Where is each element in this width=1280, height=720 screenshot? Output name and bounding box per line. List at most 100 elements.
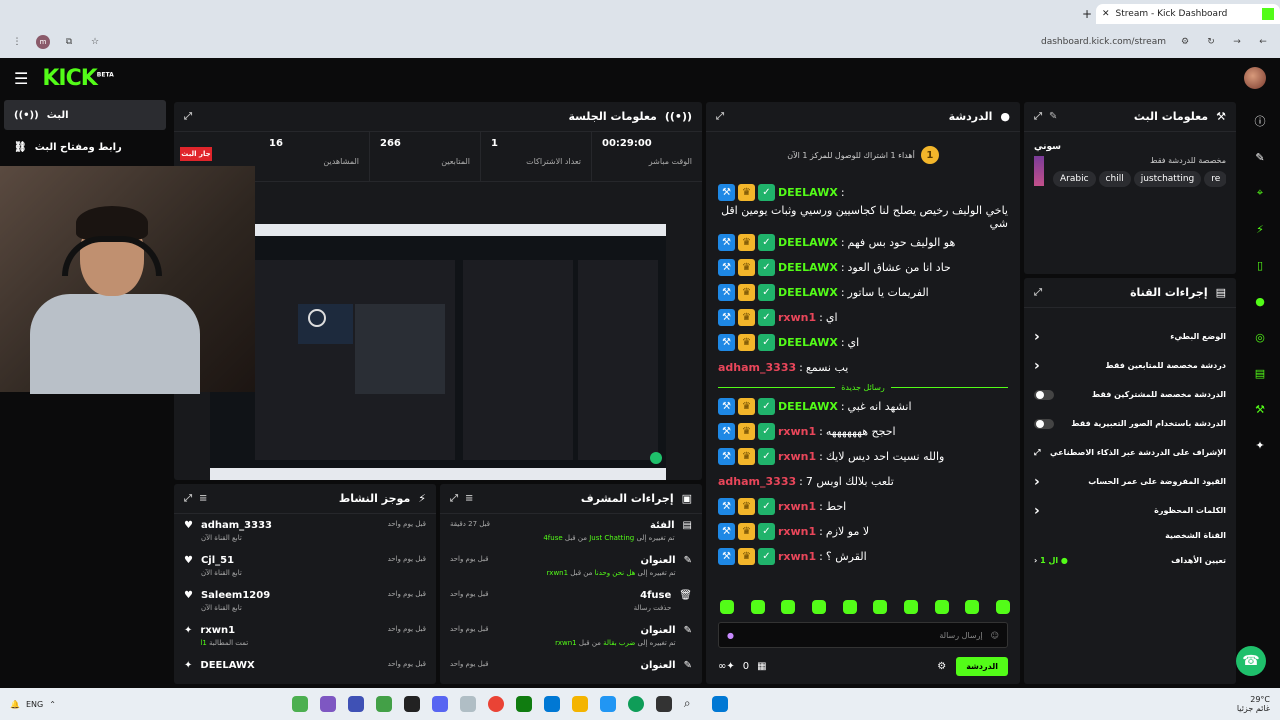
- weather-info[interactable]: 29°C غائم جزئيا: [1237, 695, 1270, 713]
- chat-username[interactable]: DEELAWX: [778, 336, 838, 349]
- emote-icon[interactable]: [903, 600, 918, 614]
- weather-widget[interactable]: 🔔 ENG ⌃: [10, 700, 56, 709]
- activity-row[interactable]: ✦ rxwn1 تمت المطالبة 1ا قبل يوم واحد: [174, 619, 436, 654]
- mic-icon[interactable]: ●: [727, 631, 734, 640]
- reload-icon[interactable]: ↻: [1204, 35, 1218, 49]
- stream-tag[interactable]: justchatting: [1133, 171, 1202, 187]
- user-avatar[interactable]: [1244, 67, 1266, 89]
- send-chat-button[interactable]: الدردشة: [956, 656, 1008, 676]
- taskview-icon[interactable]: [655, 696, 672, 712]
- focus-icon[interactable]: ⌖: [1249, 182, 1271, 204]
- chat-username[interactable]: DEELAWX: [778, 261, 838, 274]
- chat-message[interactable]: ⚒ ♛ ✓ rxwn1: اي: [706, 305, 1020, 330]
- pen-icon[interactable]: ✎: [1249, 146, 1271, 168]
- mod-action-row[interactable]: قبل يوم واحد ✎ العنوان: [440, 654, 702, 689]
- forward-icon[interactable]: →: [1230, 35, 1244, 49]
- emote-icon[interactable]: [873, 600, 888, 614]
- stream-tag[interactable]: re: [1204, 171, 1226, 187]
- nav-item-stream-key[interactable]: ⛓ رابط ومفتاح البث: [4, 132, 166, 162]
- emote-icon[interactable]: [995, 600, 1010, 614]
- xbox-icon[interactable]: [515, 696, 532, 712]
- discord-icon[interactable]: [431, 696, 448, 712]
- close-icon[interactable]: ✕: [1102, 9, 1110, 19]
- chat-message[interactable]: adham_3333: تلعب بلالك اوبس 7: [706, 469, 1020, 494]
- activity-row[interactable]: ♥ Cjl_51 تابع القناة الآن قبل يوم واحد: [174, 549, 436, 584]
- obs-icon[interactable]: [403, 696, 420, 712]
- back-icon[interactable]: ←: [1256, 35, 1270, 49]
- stream-tag[interactable]: chill: [1098, 171, 1131, 187]
- app-icon[interactable]: [347, 696, 364, 712]
- chat-message[interactable]: ⚒ ♛ ✓ rxwn1: احجح هههههههه: [706, 419, 1020, 444]
- chat-username[interactable]: rxwn1: [778, 450, 816, 463]
- chat-username[interactable]: DEELAWX: [778, 236, 838, 249]
- stream-preview[interactable]: [210, 224, 666, 480]
- hamburger-menu-icon[interactable]: ☰: [14, 69, 28, 88]
- info-icon[interactable]: ⓘ: [1249, 110, 1271, 132]
- chat-message[interactable]: ⚒ ♛ ✓ rxwn1: والله نسيت احد ديس لايك: [706, 444, 1020, 469]
- chat-input[interactable]: ● إرسال رسالة ☺: [718, 622, 1008, 648]
- activity-row[interactable]: ♥ adham_3333 تابع القناة الآن قبل يوم واحد: [174, 514, 436, 549]
- wrench-icon[interactable]: ⚒: [1249, 398, 1271, 420]
- toggle-switch[interactable]: [1034, 418, 1054, 429]
- chat-username[interactable]: adham_3333: [718, 475, 796, 488]
- chat-message[interactable]: ⚒ ♛ ✓ rxwn1: لا مو لازم: [706, 519, 1020, 544]
- chat-message[interactable]: ⚒ ♛ ✓ DEELAWX: هو الوليف حود بس فهم: [706, 230, 1020, 255]
- app-icon[interactable]: [459, 696, 476, 712]
- store-icon[interactable]: [543, 696, 560, 712]
- chat-username[interactable]: rxwn1: [778, 525, 816, 538]
- chrome-icon[interactable]: [487, 696, 504, 712]
- chat-message[interactable]: adham_3333: يب نسمع: [706, 355, 1020, 380]
- emoji-icon[interactable]: ☺: [991, 631, 999, 640]
- mod-action-row[interactable]: قبل يوم واحد 🗑 4fuse حذفت رسالة: [440, 584, 702, 619]
- emote-icon[interactable]: [781, 600, 796, 614]
- activity-row[interactable]: ♥ Saleem1209 تابع القناة الآن قبل يوم واحد: [174, 584, 436, 619]
- chat-message[interactable]: ⚒ ♛ ✓ rxwn1: احط: [706, 494, 1020, 519]
- url-text[interactable]: dashboard.kick.com/stream: [1041, 37, 1166, 47]
- chat-username[interactable]: rxwn1: [778, 311, 816, 324]
- mod-action-row[interactable]: قبل يوم واحد ✎ العنوان تم تغييره إلى هل نحن…: [440, 549, 702, 584]
- channel-action-row[interactable]: الدردشة باستخدام الصور التعبيرية فقط: [1024, 409, 1236, 438]
- popout-icon[interactable]: ⤢ ≡: [184, 493, 207, 504]
- app-icon[interactable]: [319, 696, 336, 712]
- layout-icon[interactable]: ▤: [1249, 362, 1271, 384]
- nodes-icon[interactable]: ✦: [1249, 434, 1271, 456]
- popout-icon[interactable]: ⤢ ≡: [450, 493, 473, 504]
- folder-icon[interactable]: [571, 696, 588, 712]
- chat-message[interactable]: ⚒ ♛ ✓ DEELAWX: حاد انا من عشاق العود: [706, 255, 1020, 280]
- new-tab-button[interactable]: +: [1082, 7, 1092, 21]
- bookmark-star-icon[interactable]: ☆: [88, 35, 102, 49]
- stream-tag[interactable]: Arabic: [1053, 171, 1096, 187]
- chat-message[interactable]: ⚒ ♛ ✓ DEELAWX: اي: [706, 330, 1020, 355]
- mod-action-row[interactable]: قبل 27 دقيقة ▤ الفئة تم تغييره إلى Just Cha…: [440, 514, 702, 549]
- popout-icon[interactable]: ⤢: [184, 111, 192, 122]
- broadcast-icon[interactable]: ◎: [1249, 326, 1271, 348]
- infinity-icon[interactable]: ∞✦: [718, 661, 735, 672]
- popout-icon[interactable]: ⤢ ✎: [1034, 111, 1057, 122]
- chat-username[interactable]: DEELAWX: [778, 286, 838, 299]
- document-icon[interactable]: ▯: [1249, 254, 1271, 276]
- site-settings-icon[interactable]: ⚙: [1178, 35, 1192, 49]
- channel-action-row[interactable]: › القيود المفروضة على عمر الحساب: [1024, 467, 1236, 496]
- channel-action-row[interactable]: › الكلمات المحظورة: [1024, 496, 1236, 525]
- edge-icon[interactable]: [627, 696, 644, 712]
- bolt-icon[interactable]: ⚡: [1249, 218, 1271, 240]
- mod-action-row[interactable]: قبل يوم واحد ✎ العنوان تم تغييره إلى ضرب بق…: [440, 619, 702, 654]
- channel-action-row[interactable]: › دردشة مخصصة للمتابعين فقط: [1024, 351, 1236, 380]
- channel-action-row[interactable]: ⤢ الإشراف على الدردشة عبر الذكاء الاصطناع…: [1024, 438, 1236, 467]
- popout-icon[interactable]: ⤢: [716, 111, 724, 122]
- emote-icon[interactable]: [811, 600, 826, 614]
- emote-icon[interactable]: [965, 600, 980, 614]
- profile-icon[interactable]: m: [36, 35, 50, 49]
- channel-action-row[interactable]: الدردشة مخصصة للمشتركين فقط: [1024, 380, 1236, 409]
- emote-icon[interactable]: [934, 600, 949, 614]
- support-button[interactable]: ☎: [1236, 646, 1266, 676]
- activity-row[interactable]: ✦ DEELAWX قبل يوم واحد: [174, 654, 436, 689]
- search-icon[interactable]: ⌕: [684, 696, 700, 712]
- chat-message[interactable]: ⚒ ♛ ✓ rxwn1: القرش ؟: [706, 544, 1020, 569]
- chat-username[interactable]: adham_3333: [718, 361, 796, 374]
- toggle-switch[interactable]: [1034, 389, 1054, 400]
- chat-username[interactable]: rxwn1: [778, 550, 816, 563]
- chat-username[interactable]: DEELAWX: [778, 186, 838, 199]
- browser-tab[interactable]: ✕ Stream - Kick Dashboard: [1096, 4, 1280, 24]
- chat-username[interactable]: rxwn1: [778, 500, 816, 513]
